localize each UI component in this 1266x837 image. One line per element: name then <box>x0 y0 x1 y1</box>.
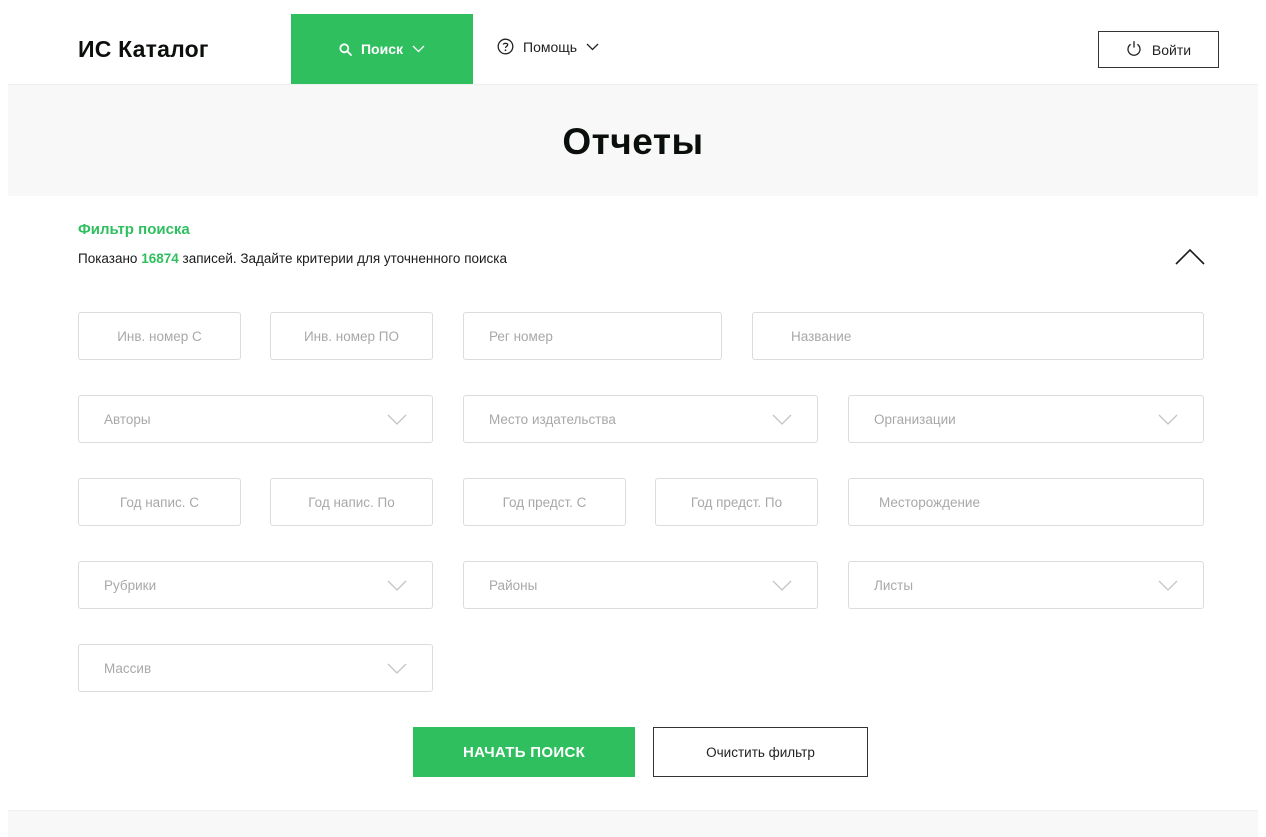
chevron-down-icon <box>412 45 425 53</box>
page-title: Отчеты <box>562 121 704 162</box>
login-label: Войти <box>1151 41 1192 58</box>
inv-number-from-input[interactable] <box>79 313 240 359</box>
title-field[interactable] <box>752 312 1204 360</box>
footer-band <box>8 810 1258 837</box>
page-title-band: Отчеты <box>8 84 1258 196</box>
deposit-input[interactable] <box>849 479 1203 525</box>
chevron-down-icon <box>387 580 407 591</box>
sheets-placeholder: Листы <box>874 577 914 593</box>
filter-results-info: Показано 16874 записей. Задайте критерии… <box>78 251 507 266</box>
nav-help-label: Помощь <box>523 38 578 55</box>
organizations-placeholder: Организации <box>874 411 956 427</box>
publish-place-placeholder: Место издательства <box>489 411 616 427</box>
year-submitted-to-field[interactable] <box>655 478 818 526</box>
top-header: ИС Каталог Поиск Помощь Войти <box>0 0 1266 84</box>
massif-select[interactable]: Массив <box>78 644 433 692</box>
inv-number-to-field[interactable] <box>270 312 433 360</box>
start-search-button[interactable]: НАЧАТЬ ПОИСК <box>413 727 635 777</box>
authors-placeholder: Авторы <box>104 411 151 427</box>
chevron-down-icon <box>586 43 599 51</box>
districts-placeholder: Районы <box>489 577 538 593</box>
filter-collapse-button[interactable] <box>1174 247 1206 267</box>
results-prefix: Показано <box>78 251 138 266</box>
year-submitted-from-input[interactable] <box>464 479 625 525</box>
publish-place-select[interactable]: Место издательства <box>463 395 818 443</box>
chevron-down-icon <box>1158 414 1178 425</box>
nav-help-menu[interactable]: Помощь <box>497 38 599 55</box>
app-logo[interactable]: ИС Каталог <box>78 36 209 63</box>
year-submitted-from-field[interactable] <box>463 478 626 526</box>
deposit-field[interactable] <box>848 478 1204 526</box>
results-count: 16874 <box>141 251 179 266</box>
nav-search-menu[interactable]: Поиск <box>291 14 473 84</box>
inv-number-from-field[interactable] <box>78 312 241 360</box>
clear-filter-button[interactable]: Очистить фильтр <box>653 727 868 777</box>
chevron-down-icon <box>387 663 407 674</box>
chevron-down-icon <box>772 414 792 425</box>
massif-placeholder: Массив <box>104 660 152 676</box>
sheets-select[interactable]: Листы <box>848 561 1204 609</box>
search-icon <box>339 42 352 56</box>
power-icon <box>1126 40 1142 59</box>
chevron-down-icon <box>772 580 792 591</box>
year-written-to-input[interactable] <box>271 479 432 525</box>
rubrics-select[interactable]: Рубрики <box>78 561 433 609</box>
inv-number-to-input[interactable] <box>271 313 432 359</box>
authors-select[interactable]: Авторы <box>78 395 433 443</box>
filter-title: Фильтр поиска <box>78 221 190 238</box>
chevron-up-icon <box>1174 248 1206 271</box>
chevron-down-icon <box>387 414 407 425</box>
year-submitted-to-input[interactable] <box>656 479 817 525</box>
results-suffix: записей. Задайте критерии для уточненног… <box>182 251 508 266</box>
year-written-from-field[interactable] <box>78 478 241 526</box>
year-written-from-input[interactable] <box>79 479 240 525</box>
reg-number-field[interactable] <box>463 312 722 360</box>
districts-select[interactable]: Районы <box>463 561 818 609</box>
help-circle-icon <box>497 38 514 55</box>
organizations-select[interactable]: Организации <box>848 395 1204 443</box>
login-button[interactable]: Войти <box>1098 31 1219 68</box>
title-input[interactable] <box>753 313 1203 359</box>
year-written-to-field[interactable] <box>270 478 433 526</box>
nav-search-label: Поиск <box>360 41 403 57</box>
chevron-down-icon <box>1158 580 1178 591</box>
reg-number-input[interactable] <box>464 313 721 359</box>
rubrics-placeholder: Рубрики <box>104 577 157 593</box>
